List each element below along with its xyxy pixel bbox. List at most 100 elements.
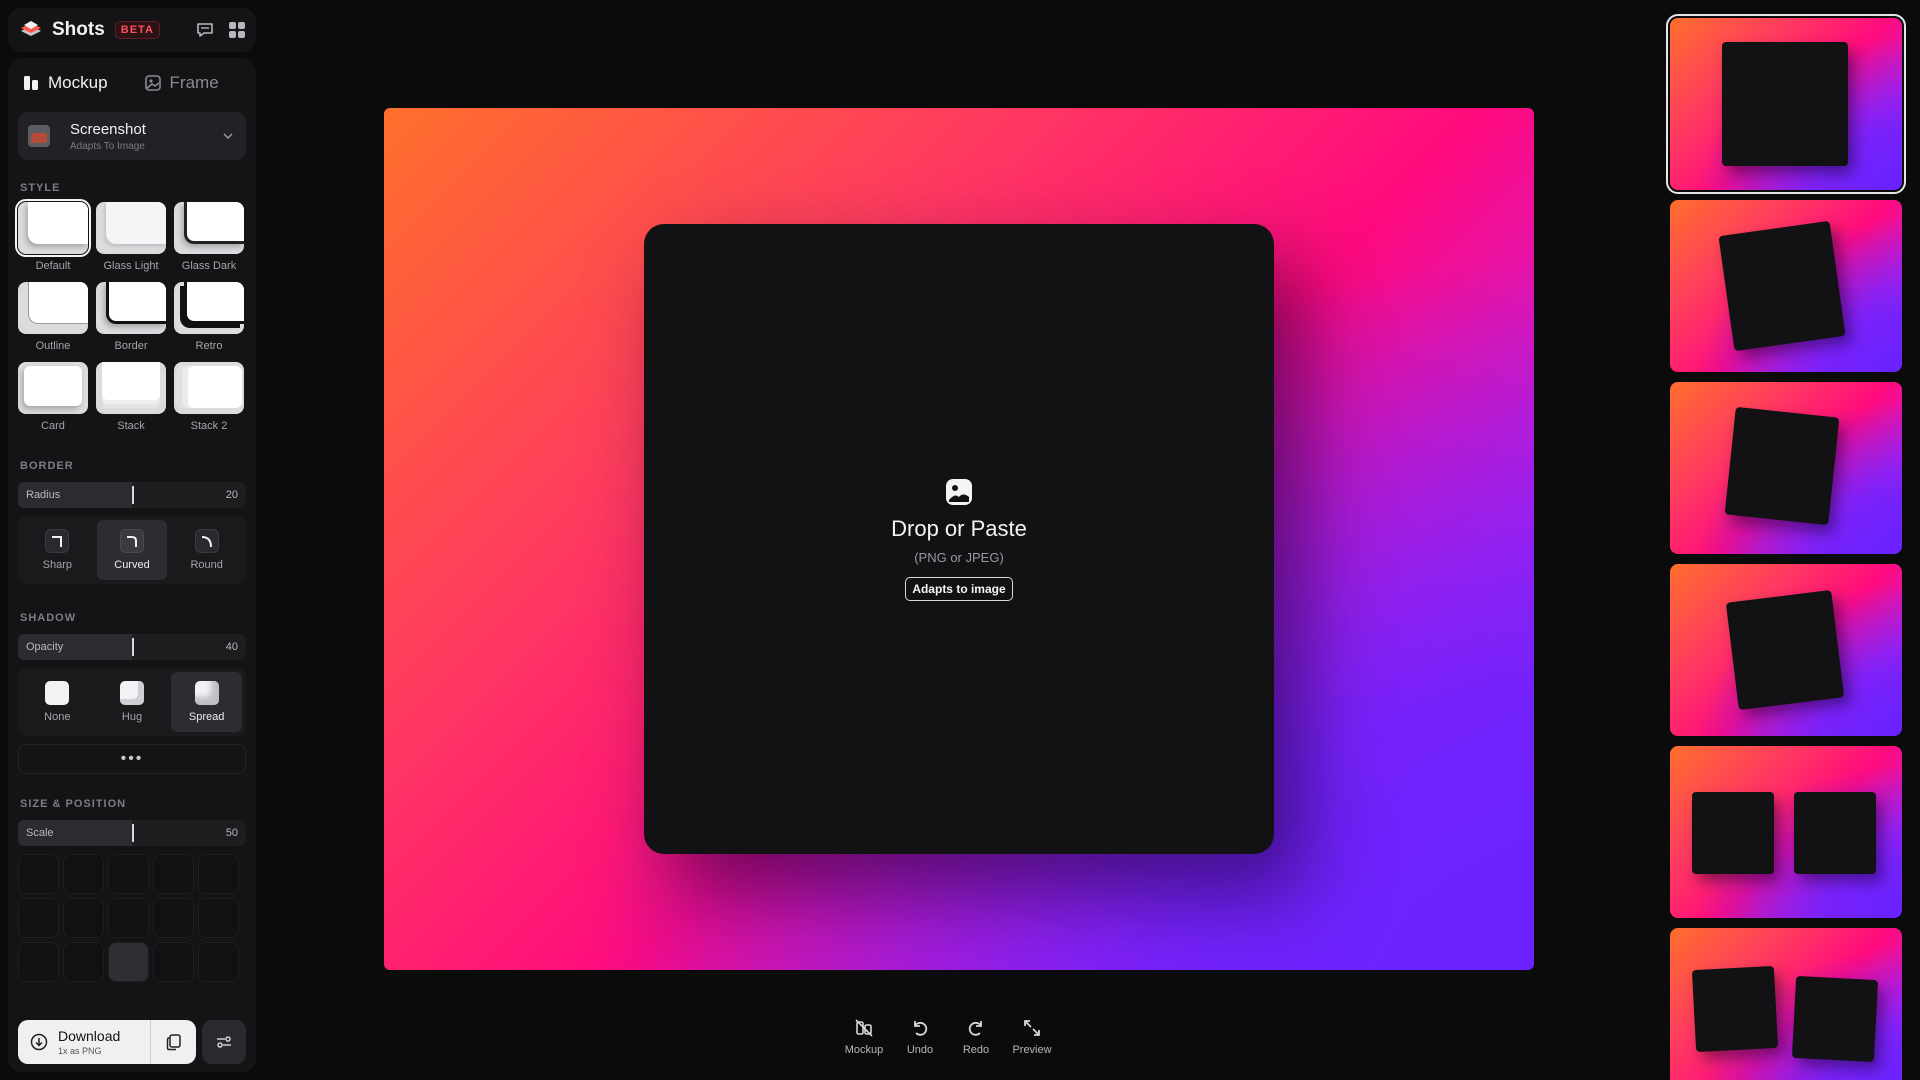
position-cell[interactable] — [198, 854, 239, 894]
style-option-glass-dark[interactable]: Glass Dark — [174, 202, 244, 272]
shadow-hug-icon — [119, 681, 144, 705]
slider-handle[interactable] — [132, 824, 134, 842]
style-thumb — [96, 362, 166, 414]
download-button[interactable]: Download 1x as PNG — [18, 1020, 196, 1064]
tab-mockup[interactable]: Mockup — [22, 73, 108, 93]
style-thumb — [174, 282, 244, 334]
redo-button[interactable]: Redo — [958, 1018, 994, 1056]
style-thumb — [96, 282, 166, 334]
toggle-mockup-button[interactable]: Mockup — [845, 1018, 883, 1056]
position-cell[interactable] — [108, 898, 149, 938]
style-option-default[interactable]: Default — [15, 199, 91, 272]
position-cell[interactable] — [18, 942, 59, 982]
mockup-type-title: Screenshot — [70, 120, 146, 138]
chat-icon[interactable] — [196, 21, 214, 39]
opacity-value: 40 — [225, 641, 238, 653]
position-cell[interactable] — [63, 854, 104, 894]
corner-option-curved[interactable]: Curved — [96, 520, 168, 580]
corner-option-round[interactable]: Round — [171, 520, 242, 580]
undo-button[interactable]: Undo — [902, 1018, 938, 1056]
scale-slider[interactable]: Scale 50 — [18, 820, 246, 846]
shadow-none-icon — [45, 681, 70, 705]
position-cell[interactable] — [198, 942, 239, 982]
position-cell-selected[interactable] — [108, 942, 149, 982]
style-option-retro[interactable]: Retro — [174, 282, 244, 352]
screenshot-thumbnail — [28, 125, 50, 147]
download-icon — [30, 1033, 48, 1051]
preview-button[interactable]: Preview — [1012, 1018, 1052, 1056]
style-option-glass-light[interactable]: Glass Light — [96, 202, 166, 272]
layout-template[interactable] — [1666, 14, 1906, 194]
download-title: Download — [58, 1028, 121, 1044]
drop-title: Drop or Paste — [891, 515, 1027, 541]
slider-handle[interactable] — [132, 638, 134, 656]
style-option-border[interactable]: Border — [96, 282, 166, 352]
corner-label: Curved — [114, 559, 150, 571]
adapts-to-image-button[interactable]: Adapts to image — [905, 576, 1013, 601]
position-cell[interactable] — [63, 898, 104, 938]
mockup-type-select[interactable]: Screenshot Adapts To Image — [18, 112, 246, 160]
mockup-icon — [24, 76, 38, 90]
layout-templates — [1666, 12, 1906, 1080]
radius-label: Radius — [26, 489, 61, 501]
layout-template[interactable] — [1670, 746, 1902, 918]
position-cell[interactable] — [63, 942, 104, 982]
canvas-frame[interactable]: Drop or Paste (PNG or JPEG) Adapts to im… — [384, 108, 1534, 970]
shadow-option-spread[interactable]: Spread — [171, 672, 242, 732]
position-grid — [18, 854, 246, 982]
style-thumb — [174, 362, 244, 414]
chevron-down-icon — [223, 133, 233, 140]
style-label: Border — [114, 340, 148, 352]
tab-frame-label: Frame — [169, 73, 219, 92]
style-grid: Default Glass Light Glass Dark Outline B… — [8, 199, 256, 432]
position-cell[interactable] — [18, 898, 59, 938]
position-cell[interactable] — [108, 854, 149, 894]
style-option-stack[interactable]: Stack — [96, 362, 166, 432]
sliders-icon — [217, 1036, 231, 1048]
position-cell[interactable] — [198, 898, 239, 938]
layout-template[interactable] — [1670, 200, 1902, 372]
style-option-card[interactable]: Card — [18, 362, 88, 432]
copy-icon — [166, 1034, 181, 1051]
layout-template[interactable] — [1670, 564, 1902, 736]
shadow-label: None — [44, 711, 71, 723]
export-settings-button[interactable] — [202, 1020, 246, 1064]
style-option-stack-2[interactable]: Stack 2 — [174, 362, 244, 432]
tab-frame[interactable]: Frame — [144, 73, 219, 93]
corner-option-sharp[interactable]: Sharp — [22, 520, 93, 580]
style-option-outline[interactable]: Outline — [18, 282, 88, 352]
position-cell[interactable] — [153, 942, 194, 982]
shadow-option-none[interactable]: None — [22, 672, 93, 732]
position-cell[interactable] — [18, 854, 59, 894]
toolbar-label: Undo — [906, 1044, 934, 1056]
round-corner-icon — [194, 529, 219, 553]
drop-zone[interactable]: Drop or Paste (PNG or JPEG) Adapts to im… — [644, 224, 1274, 854]
download-bar: Download 1x as PNG — [18, 1020, 246, 1064]
shadow-label: Spread — [188, 711, 225, 723]
position-cell[interactable] — [153, 898, 194, 938]
slider-handle[interactable] — [132, 486, 134, 504]
apps-grid-icon[interactable] — [228, 21, 246, 39]
scale-value: 50 — [225, 827, 238, 839]
drop-subtitle: (PNG or JPEG) — [914, 549, 1004, 565]
toolbar-label: Redo — [962, 1044, 990, 1056]
style-label: Card — [41, 420, 65, 432]
shadow-section-label: SHADOW — [20, 612, 77, 624]
radius-slider[interactable]: Radius 20 — [18, 482, 246, 508]
style-label: Glass Light — [103, 260, 159, 272]
style-thumb — [15, 199, 91, 257]
sharp-corner-icon — [45, 529, 70, 553]
bottom-toolbar: Mockup Undo Redo Preview — [845, 1018, 1052, 1056]
layout-template[interactable] — [1670, 382, 1902, 554]
opacity-slider[interactable]: Opacity 40 — [18, 634, 246, 660]
layout-template[interactable] — [1670, 928, 1902, 1080]
position-cell[interactable] — [153, 854, 194, 894]
opacity-label: Opacity — [26, 641, 64, 653]
corner-options: Sharp Curved Round — [18, 516, 246, 584]
curved-corner-icon — [119, 529, 144, 553]
more-options-button[interactable]: ••• — [18, 744, 246, 774]
copy-button[interactable] — [151, 1033, 196, 1051]
shadow-option-hug[interactable]: Hug — [97, 672, 168, 732]
image-icon — [946, 478, 972, 505]
top-bar: Shots BETA — [8, 8, 256, 52]
